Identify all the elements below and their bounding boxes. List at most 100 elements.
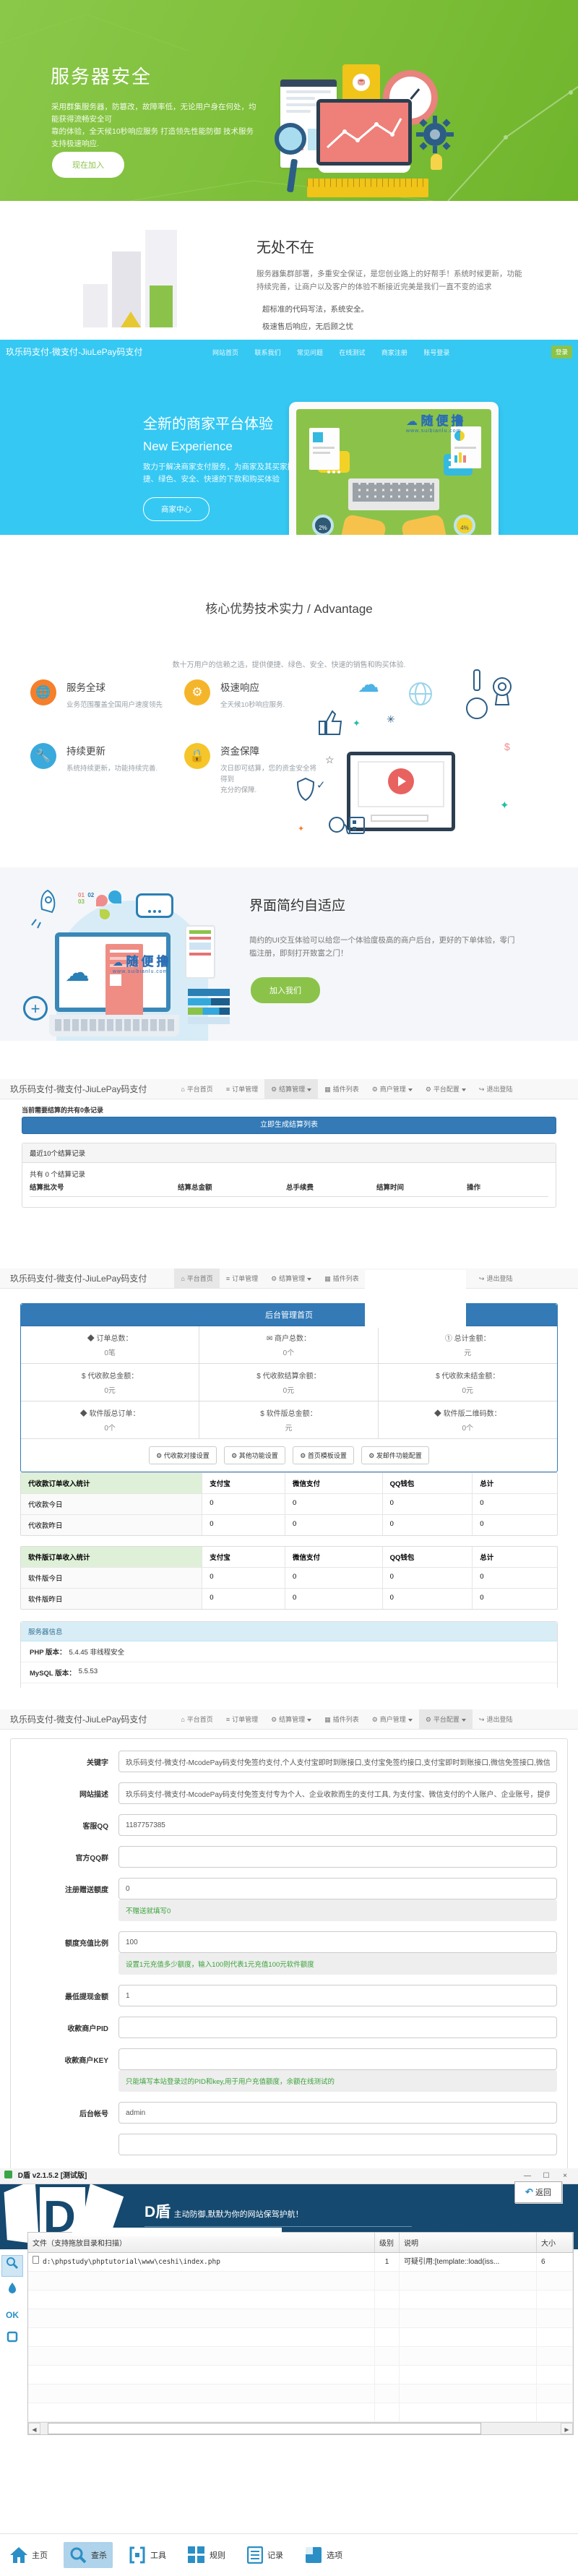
stat-collect-unsettled: $ 代收款未结金额：0元 [379, 1364, 557, 1401]
globe-outline-icon [408, 682, 433, 706]
nav-order-mgmt[interactable]: ≡订单管理 [220, 1268, 264, 1289]
site-brand[interactable]: 玖乐码支付-微支付-JiuLePay码支付 [6, 347, 142, 357]
dollar-icon: $ [256, 1373, 261, 1381]
nav-merchant-mgmt[interactable]: ⚙商户管理 [366, 1079, 419, 1099]
gears-icon: ⚙ [184, 679, 210, 705]
nav-order-mgmt[interactable]: ≡订单管理 [220, 1709, 264, 1730]
software-income-table: 软件版订单收入统计 支付宝 微信支付 QQ钱包 总计 软件版今日 0 0 0 0… [20, 1546, 558, 1610]
nav-item-faq[interactable]: 常见问题 [297, 349, 323, 356]
laptop-chart-icon [316, 99, 412, 166]
nav-logout[interactable]: ↪退出登陆 [473, 1268, 519, 1289]
nav-plugin-list[interactable]: ▦插件列表 [318, 1079, 366, 1099]
nav-logout[interactable]: ↪退出登陆 [473, 1079, 519, 1099]
scan-rail-button[interactable] [1, 2255, 23, 2277]
toolbar-records[interactable]: 记录 [241, 2542, 289, 2568]
qq-group-field[interactable] [118, 1846, 557, 1868]
nav-platform-home[interactable]: ⌂平台首页 [174, 1079, 219, 1099]
form-row: 网站描述 [21, 1782, 557, 1804]
nav-settle-mgmt[interactable]: ⚙结算管理 [264, 1709, 318, 1730]
square-rail-button[interactable] [1, 2329, 23, 2350]
horizontal-scrollbar[interactable]: ◀ ▶ [28, 2422, 573, 2434]
service-qq-field[interactable] [118, 1814, 557, 1836]
empty-row [28, 2366, 573, 2384]
nav-platform-config[interactable]: ⚙平台配置 [419, 1079, 473, 1099]
keywords-field[interactable] [118, 1751, 557, 1772]
hero-illustration: ⛃ [275, 54, 571, 199]
admin-brand[interactable]: 玖乐码支付-微支付-JiuLePay码支付 [10, 1079, 147, 1099]
nav-plugin-list[interactable]: ▦插件列表 [318, 1268, 366, 1289]
nav-settle-mgmt[interactable]: ⚙结算管理 [264, 1079, 318, 1099]
form-row: 额度充值比例 [21, 1931, 557, 1953]
stat-collect-settled: $ 代收款结算余额：0元 [199, 1364, 378, 1401]
login-button[interactable]: 登录 [551, 345, 572, 359]
mobile-card-icon [185, 925, 215, 979]
nav-platform-home[interactable]: ⌂平台首页 [174, 1268, 219, 1289]
nav-item-contact[interactable]: 联系我们 [254, 349, 280, 356]
nav-settle-mgmt[interactable]: ⚙结算管理 [264, 1268, 318, 1289]
admin-account-field[interactable] [118, 2102, 557, 2124]
scrollbar-thumb[interactable] [48, 2423, 481, 2434]
sparkle-icon: ✦ [298, 824, 304, 833]
dashboard-title: 后台管理首页 [21, 1304, 557, 1326]
scroll-left-arrow[interactable]: ◀ [28, 2423, 40, 2434]
keyboard-icon [348, 478, 439, 510]
ui-illustration: 01 0203 ☁ + ☁ [27, 888, 230, 1041]
toolbar-rules[interactable]: 规则 [182, 2542, 231, 2568]
form-row: 收款商户KEY [21, 2048, 557, 2070]
window-titlebar[interactable]: D盾 v2.1.5.2 [测试版] × ☐ — [0, 2168, 578, 2184]
nav-item-home[interactable]: 网站首页 [212, 349, 238, 356]
mail-config-button[interactable]: ⚙ 发邮件功能配置 [361, 1446, 429, 1464]
plus-circle-icon[interactable]: + [23, 996, 48, 1021]
back-button[interactable]: ↶ 返回 [514, 2181, 562, 2203]
ink-rail-button[interactable] [1, 2280, 23, 2301]
settings-panel: 关键字 网站描述 客服QQ 官方QQ群 注册赠送额度 不赠送就填写0 额度充值 [10, 1738, 568, 2168]
cloud-icon: ☁ [358, 672, 379, 697]
toolbar-home[interactable]: 主页 [4, 2543, 53, 2567]
toolbar-options[interactable]: 选项 [299, 2542, 348, 2568]
template-config-button[interactable]: ⚙ 首页模板设置 [293, 1446, 354, 1464]
scroll-right-arrow[interactable]: ▶ [561, 2423, 573, 2434]
grid-icon [188, 2546, 205, 2564]
table-header-row: 软件版订单收入统计 支付宝 微信支付 QQ钱包 总计 [21, 1547, 557, 1568]
nav-plugin-list[interactable]: ▦插件列表 [318, 1709, 366, 1730]
result-row[interactable]: d:\phpstudy\phptutorial\www\ceshi\index.… [28, 2253, 573, 2272]
recharge-ratio-field[interactable] [118, 1931, 557, 1953]
join-now-button[interactable]: 现在加入 [52, 152, 124, 178]
nav-item-register[interactable]: 商家注册 [381, 349, 407, 356]
min-withdraw-field[interactable] [118, 1985, 557, 2006]
merchant-key-field[interactable] [118, 2048, 557, 2070]
nav-order-mgmt[interactable]: ≡订单管理 [220, 1079, 264, 1099]
nav-item-login[interactable]: 账号登录 [423, 349, 449, 356]
rocket-icon [27, 888, 61, 931]
nav-logout[interactable]: ↪退出登陆 [473, 1709, 519, 1730]
caret-down-icon [408, 1719, 413, 1722]
settle-panel-title: 最近10个结算记录 [22, 1143, 556, 1163]
collect-config-button[interactable]: ⚙ 代收款对接设置 [149, 1446, 217, 1464]
nav-platform-home[interactable]: ⌂平台首页 [174, 1709, 219, 1730]
generate-settle-button[interactable]: 立即生成结算列表 [22, 1117, 556, 1134]
other-config-button[interactable]: ⚙ 其他功能设置 [224, 1446, 285, 1464]
merchant-center-button[interactable]: 商家中心 [143, 497, 210, 521]
dshield-window: D盾 v2.1.5.2 [测试版] × ☐ — D D盾 主动防御,默默为你的网… [0, 2168, 578, 2576]
col-size[interactable]: 大小 [537, 2233, 573, 2252]
admin-brand[interactable]: 玖乐码支付-微支付-JiuLePay码支付 [10, 1268, 147, 1289]
join-us-button[interactable]: 加入我们 [251, 977, 320, 1003]
gear-icon: ⚙ [426, 1716, 431, 1723]
nav-merchant-mgmt[interactable]: ⚙商户管理 [366, 1709, 419, 1730]
register-bonus-field[interactable] [118, 1878, 557, 1899]
col-level[interactable]: 级别 [375, 2233, 400, 2252]
site-description-field[interactable] [118, 1782, 557, 1804]
window-title: D盾 v2.1.5.2 [测试版] [18, 2172, 87, 2180]
settle-note: 当前需要结算的共有0条记录 [22, 1105, 103, 1115]
dshield-left-rail: OK [0, 2252, 26, 2353]
toolbar-scan[interactable]: 查杀 [64, 2542, 113, 2568]
toolbar-tools[interactable]: 工具 [123, 2542, 172, 2568]
ok-rail-button[interactable]: OK [1, 2304, 23, 2326]
nav-item-test[interactable]: 在线测试 [339, 349, 365, 356]
gear-icon: ⚙ [156, 1452, 162, 1459]
nav-platform-config[interactable]: ⚙平台配置 [419, 1709, 473, 1730]
partial-field[interactable] [118, 2134, 557, 2155]
admin-brand[interactable]: 玖乐码支付-微支付-JiuLePay码支付 [10, 1709, 147, 1730]
col-desc[interactable]: 说明 [400, 2233, 537, 2252]
merchant-pid-field[interactable] [118, 2017, 557, 2038]
